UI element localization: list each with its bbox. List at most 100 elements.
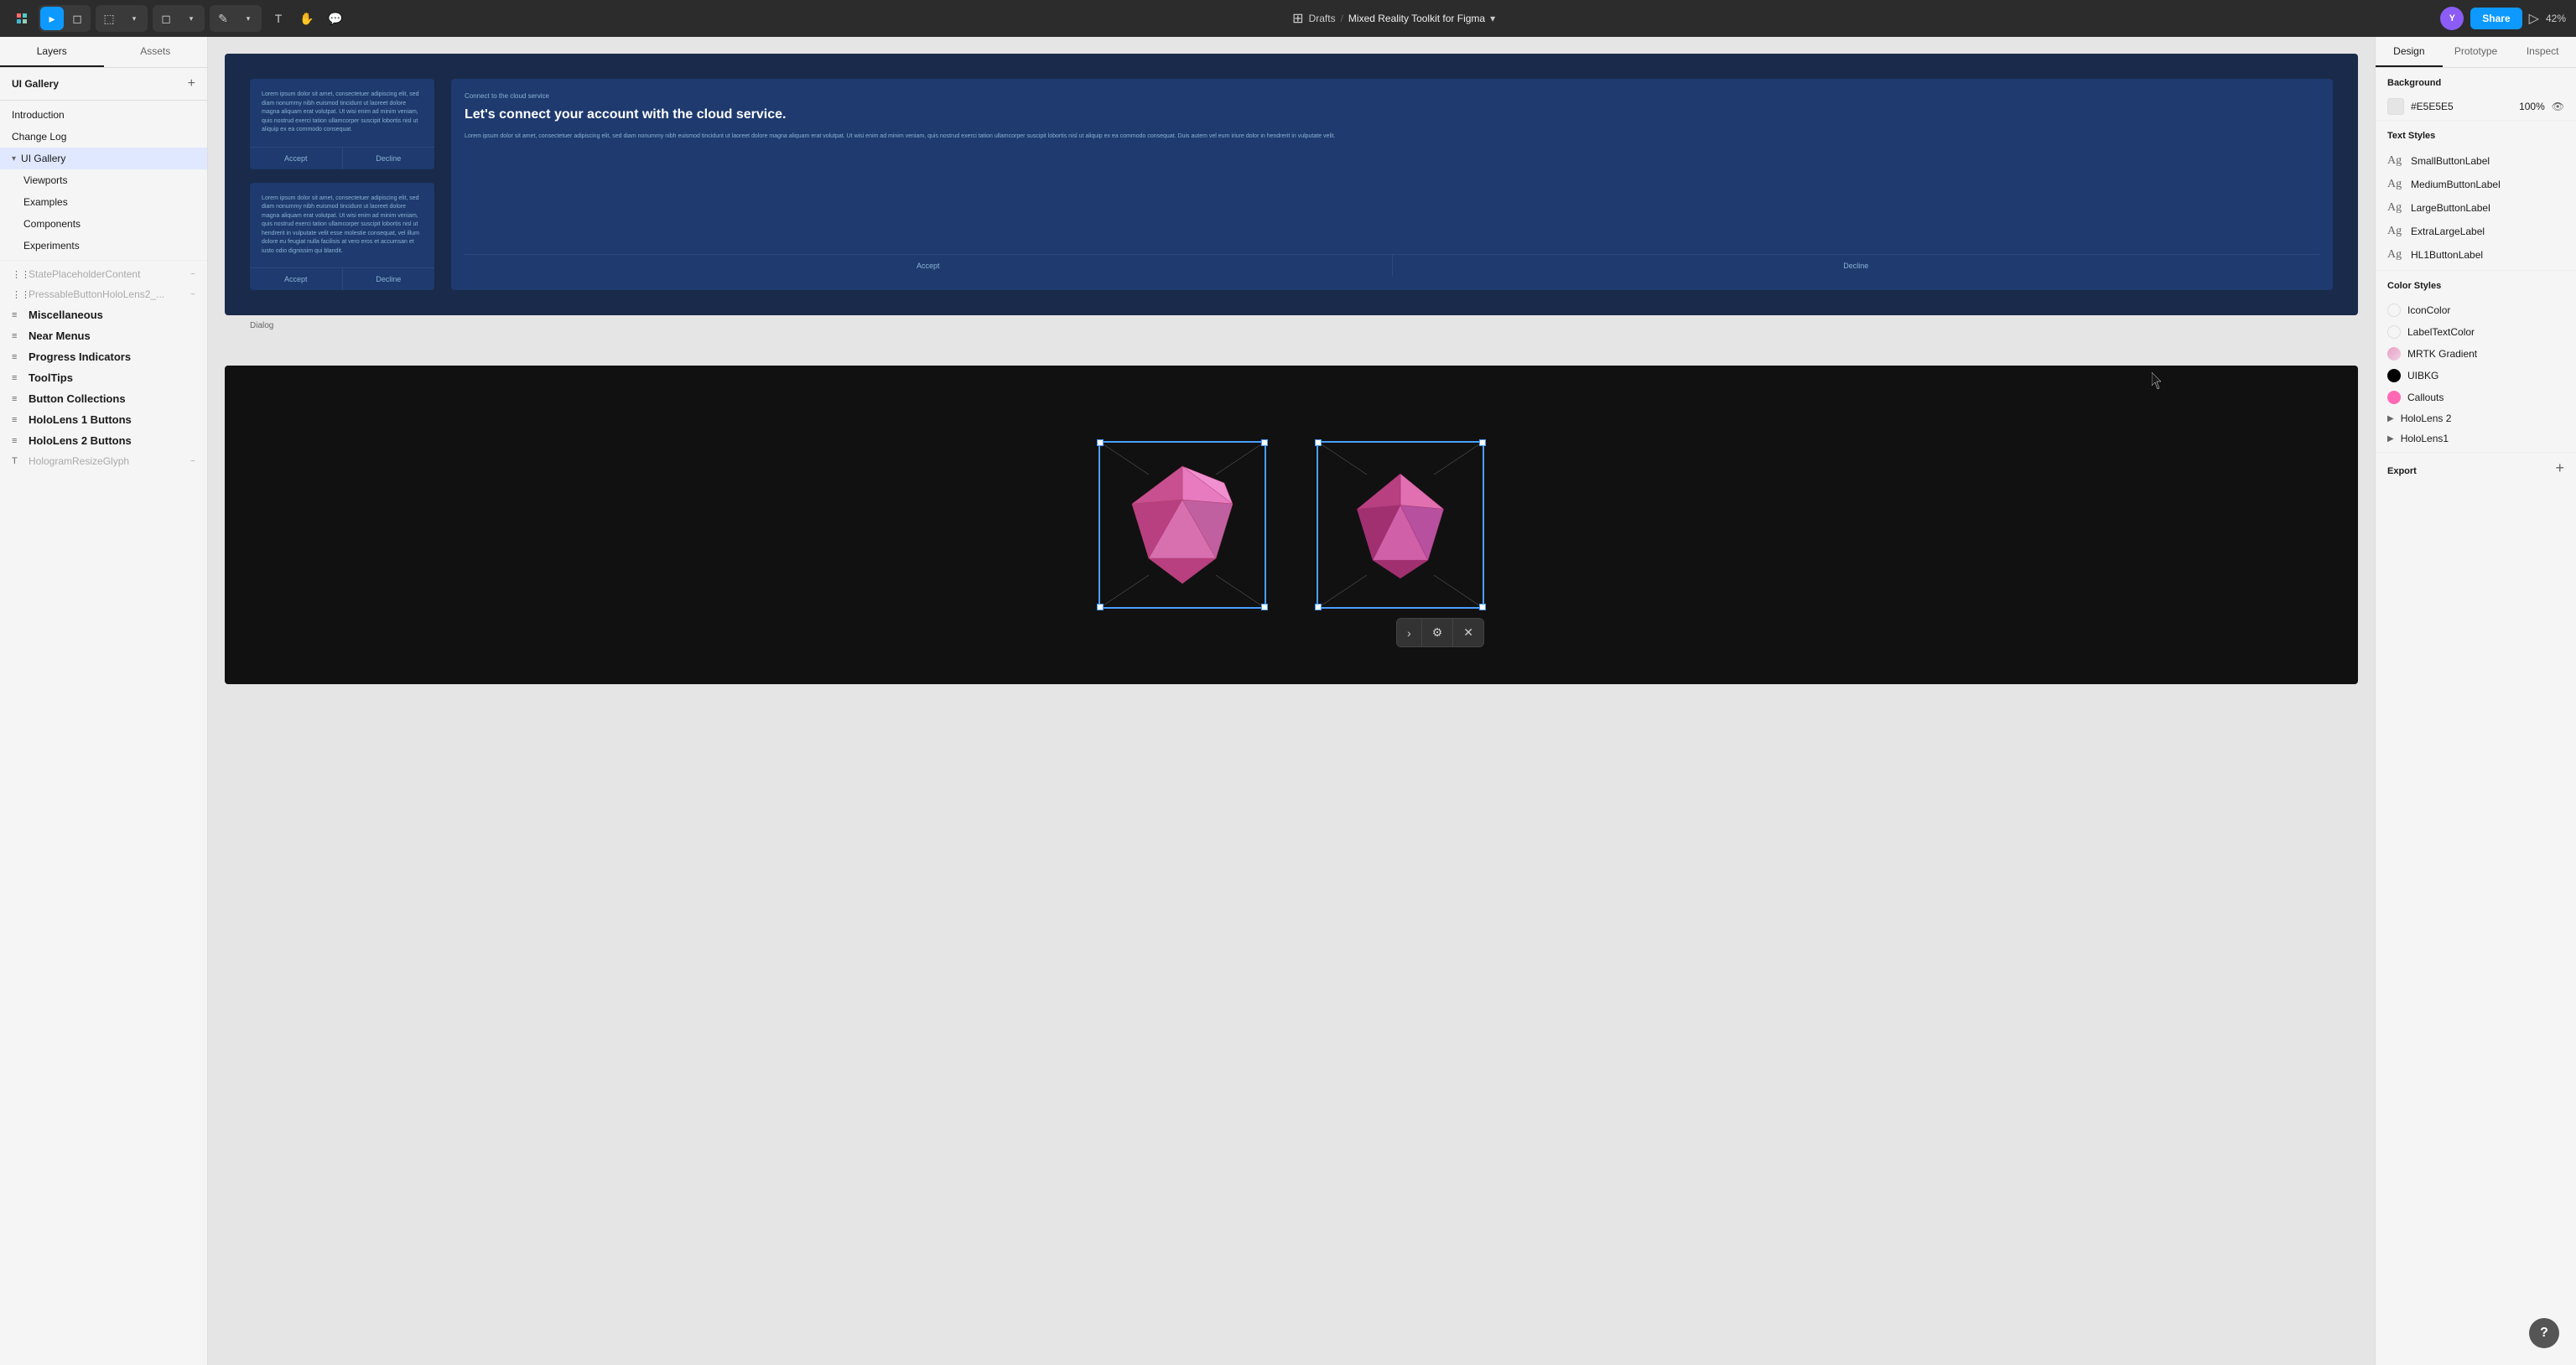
- tab-assets[interactable]: Assets: [104, 37, 208, 67]
- topbar-right: Y Share ▷ 42%: [2440, 7, 2566, 30]
- title-dropdown-icon[interactable]: ▾: [1490, 13, 1495, 24]
- canvas-area[interactable]: Lorem ipsum dolor sit amet, consectetuer…: [208, 37, 2375, 1365]
- grid-icon: ⊞: [1292, 10, 1303, 27]
- page-item-components[interactable]: Components: [0, 213, 207, 235]
- dialog-box-2: Lorem ipsum dolor sit amet, consectetuer…: [250, 183, 434, 291]
- dialog-box-1-btns: Accept Decline: [250, 147, 434, 169]
- frame-options-button[interactable]: ▾: [122, 7, 146, 30]
- toolbar-close-btn[interactable]: ✕: [1452, 619, 1483, 646]
- chevron-down-icon: ▾: [12, 154, 16, 163]
- breadcrumb-drafts[interactable]: Drafts: [1309, 13, 1336, 24]
- gem-1-container[interactable]: [1098, 441, 1266, 609]
- iconcolor-dot: [2387, 304, 2401, 317]
- color-style-iconcolor[interactable]: IconColor: [2376, 299, 2576, 321]
- text-style-smallbuttonlabel[interactable]: Ag SmallButtonLabel: [2376, 149, 2576, 173]
- text-tool-button[interactable]: T: [267, 7, 290, 30]
- gem-2-container[interactable]: › ⚙ ✕: [1317, 441, 1484, 609]
- shape-options-button[interactable]: ▾: [179, 7, 203, 30]
- visibility-icon[interactable]: 👁: [2552, 101, 2564, 112]
- layer-item-nearmenus[interactable]: ≡ Near Menus: [0, 325, 207, 346]
- page-item-examples[interactable]: Examples: [0, 191, 207, 213]
- dialog-1-decline-btn[interactable]: Decline: [342, 148, 435, 169]
- color-group-hololens1[interactable]: ▶ HoloLens1: [2376, 428, 2576, 449]
- export-add-button[interactable]: +: [2555, 459, 2564, 477]
- layer-suffix-2: ~: [190, 290, 195, 299]
- pen-tool-button[interactable]: ✎: [211, 7, 235, 30]
- project-title[interactable]: Mixed Reality Toolkit for Figma: [1348, 13, 1485, 24]
- cloud-decline-btn[interactable]: Decline: [1392, 255, 2320, 277]
- zoom-level[interactable]: 42%: [2546, 13, 2566, 24]
- text-style-hl1buttonlabel[interactable]: Ag HL1ButtonLabel: [2376, 243, 2576, 267]
- scale-tool-button[interactable]: ◻: [65, 7, 89, 30]
- color-style-mrtkgradient[interactable]: MRTK Gradient: [2376, 343, 2576, 365]
- layer-section-icon-4: ≡: [12, 373, 23, 383]
- callouts-name: Callouts: [2407, 392, 2444, 403]
- page-label-uigallery: UI Gallery: [21, 153, 65, 164]
- play-button[interactable]: ▷: [2529, 10, 2539, 27]
- breadcrumb-separator: /: [1341, 13, 1343, 24]
- layer-item-progress[interactable]: ≡ Progress Indicators: [0, 346, 207, 367]
- topbar-left: ▸ ◻ ⬚ ▾ ◻ ▾ ✎ ▾ T ✋ 💬: [10, 5, 347, 32]
- color-style-labeltextcolor[interactable]: LabelTextColor: [2376, 321, 2576, 343]
- color-style-uibkg[interactable]: UIBKG: [2376, 365, 2576, 387]
- toolbar-forward-btn[interactable]: ›: [1397, 619, 1421, 646]
- layer-item-hologramglyph[interactable]: T HologramResizeGlyph ~: [0, 451, 207, 471]
- color-styles-section: IconColor LabelTextColor MRTK Gradient U…: [2376, 296, 2576, 453]
- layer-label-hl2: HoloLens 2 Buttons: [29, 434, 195, 447]
- add-page-button[interactable]: +: [188, 76, 195, 91]
- gem-2-toolbar: › ⚙ ✕: [1396, 618, 1484, 647]
- hand-tool-button[interactable]: ✋: [295, 7, 319, 30]
- handle-br: [1261, 604, 1268, 610]
- gem-2-svg: [1337, 462, 1463, 588]
- chevron-right-icon-1: ▶: [2387, 414, 2394, 423]
- dialog-1-accept-btn[interactable]: Accept: [250, 148, 342, 169]
- text-style-extralarge[interactable]: Ag ExtraLargeLabel: [2376, 220, 2576, 243]
- dialog-2-decline-btn[interactable]: Decline: [342, 268, 435, 290]
- tab-layers[interactable]: Layers: [0, 37, 104, 67]
- tab-prototype[interactable]: Prototype: [2443, 37, 2510, 67]
- pen-options-button[interactable]: ▾: [236, 7, 260, 30]
- layer-item-tooltips[interactable]: ≡ ToolTips: [0, 367, 207, 388]
- background-color-swatch[interactable]: [2387, 98, 2404, 115]
- share-button[interactable]: Share: [2470, 8, 2521, 29]
- shape-tool-button[interactable]: ◻: [154, 7, 178, 30]
- layer-section-icon-2: ≡: [12, 331, 23, 341]
- cloud-accept-btn[interactable]: Accept: [465, 255, 1392, 277]
- comment-tool-button[interactable]: 💬: [324, 7, 347, 30]
- page-item-changelog[interactable]: Change Log: [0, 126, 207, 148]
- app-menu-button[interactable]: [10, 7, 34, 30]
- layer-item-buttoncollections[interactable]: ≡ Button Collections: [0, 388, 207, 409]
- dialog-2-accept-btn[interactable]: Accept: [250, 268, 342, 290]
- layer-item-stateplholder[interactable]: ⋮⋮ StatePlaceholderContent ~: [0, 264, 207, 284]
- text-styles-title: Text Styles: [2376, 121, 2576, 146]
- text-style-ag-icon-3: Ag: [2387, 201, 2404, 215]
- layer-item-hololens1[interactable]: ≡ HoloLens 1 Buttons: [0, 409, 207, 430]
- page-item-uigallery[interactable]: ▾ UI Gallery: [0, 148, 207, 169]
- handle-bl: [1097, 604, 1104, 610]
- dialog-text-1: Lorem ipsum dolor sit amet, consectetuer…: [262, 91, 423, 135]
- avatar[interactable]: Y: [2440, 7, 2464, 30]
- page-item-experiments[interactable]: Experiments: [0, 235, 207, 257]
- background-opacity: 100%: [2519, 101, 2545, 112]
- tab-design[interactable]: Design: [2376, 37, 2443, 67]
- handle-tl: [1097, 439, 1104, 446]
- toolbar-settings-btn[interactable]: ⚙: [1421, 619, 1453, 646]
- layer-label-nearmenus: Near Menus: [29, 330, 195, 342]
- text-style-mediumbuttonlabel[interactable]: Ag MediumButtonLabel: [2376, 173, 2576, 196]
- page-item-introduction[interactable]: Introduction: [0, 104, 207, 126]
- move-tool-group: ▸ ◻: [39, 5, 91, 32]
- frame-tool-button[interactable]: ⬚: [97, 7, 121, 30]
- layer-item-miscellaneous[interactable]: ≡ Miscellaneous: [0, 304, 207, 325]
- page-item-viewports[interactable]: Viewports: [0, 169, 207, 191]
- layer-item-pressable[interactable]: ⋮⋮ PressableButtonHoloLens2_... ~: [0, 284, 207, 304]
- color-group-hololens2[interactable]: ▶ HoloLens 2: [2376, 408, 2576, 428]
- handle-tl-2: [1315, 439, 1322, 446]
- background-section-title: Background: [2376, 68, 2576, 93]
- help-button[interactable]: ?: [2529, 1318, 2559, 1348]
- color-style-callouts[interactable]: Callouts: [2376, 387, 2576, 408]
- pages-section: Introduction Change Log ▾ UI Gallery Vie…: [0, 101, 207, 261]
- tab-inspect[interactable]: Inspect: [2509, 37, 2576, 67]
- text-style-largebuttonlabel[interactable]: Ag LargeButtonLabel: [2376, 196, 2576, 220]
- layer-item-hololens2[interactable]: ≡ HoloLens 2 Buttons: [0, 430, 207, 451]
- move-tool-button[interactable]: ▸: [40, 7, 64, 30]
